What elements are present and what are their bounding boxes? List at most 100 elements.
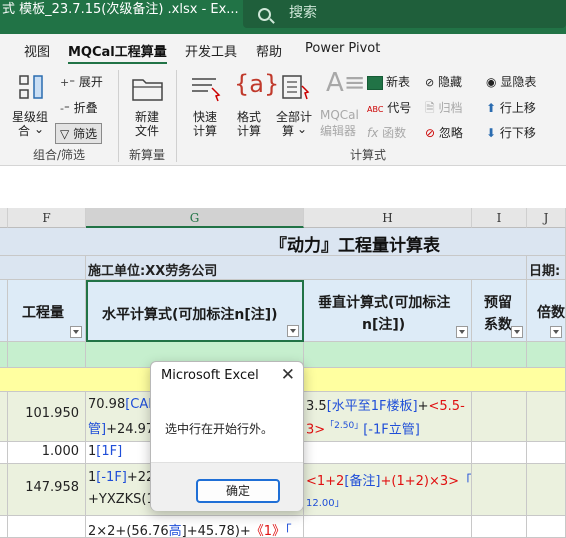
all-calc-icon [282, 75, 310, 100]
header-multiple[interactable]: 倍数 [527, 280, 566, 342]
dialog-message: 选中行在开始行外。 [165, 422, 274, 436]
filter-dropdown-icon[interactable] [70, 326, 82, 338]
reserve-cell[interactable] [472, 392, 527, 442]
header-qty[interactable]: 工程量 [8, 280, 86, 342]
formula-line: 3>「2.50」[-1F立管] [306, 421, 420, 438]
new-file-label2: 文件 [135, 124, 160, 138]
band-cell[interactable] [304, 342, 472, 368]
row-up-button[interactable]: ⬆ 行上移 [486, 99, 536, 116]
filter-dropdown-icon[interactable] [456, 326, 468, 338]
qty-cell[interactable]: 1.000 [8, 442, 86, 464]
vertical-formula-cell[interactable]: 3.5[水平至1F楼板]+<5.5- 3>「2.50」[-1F立管] [304, 392, 472, 442]
eye-hide-icon: ⊘ [425, 76, 435, 89]
table-row-cell[interactable] [0, 464, 8, 516]
formula-line: 12.00」 [306, 498, 345, 509]
expand-icon: +⁼ [60, 76, 76, 89]
hide-button[interactable]: ⊘ 隐藏 [425, 73, 462, 90]
new-table-button[interactable]: 新表 [367, 73, 410, 90]
ignore-button[interactable]: ⊘ 忽略 [425, 124, 463, 141]
tab-view[interactable]: 视图 [24, 41, 50, 60]
column-header-i[interactable]: I [472, 208, 527, 228]
table-row-cell[interactable] [0, 392, 8, 442]
qty-value: 101.950 [25, 406, 79, 421]
collapse-button[interactable]: -⁼ 折叠 [60, 99, 98, 116]
multiple-cell[interactable] [527, 392, 566, 442]
formula-line: 70.98[CAD [88, 397, 159, 412]
multiple-cell[interactable] [527, 442, 566, 464]
separator [176, 70, 177, 162]
dialog-title: Microsoft Excel [161, 368, 259, 383]
header-horizontal[interactable]: 水平计算式(可加标注n[注]) [86, 280, 304, 342]
code-button[interactable]: ABC 代号 [367, 99, 411, 116]
reserve-cell[interactable] [472, 442, 527, 464]
header-qty-text: 工程量 [22, 305, 64, 321]
qty-cell[interactable]: 147.958 [8, 464, 86, 516]
row-down-button[interactable]: ⬇ 行下移 [486, 124, 536, 141]
band-cell[interactable] [472, 342, 527, 368]
tab-power-pivot[interactable]: Power Pivot [305, 41, 380, 56]
group-label-new: 新算量 [129, 148, 166, 162]
ok-button[interactable]: 确定 [196, 479, 280, 503]
table-row-cell[interactable] [0, 442, 8, 464]
show-table-button[interactable]: ◉ 显隐表 [486, 73, 536, 90]
header-vertical[interactable]: 垂直计算式(可加标注 n[注]) [304, 280, 472, 342]
all-calc-label2: 算 [282, 124, 295, 138]
group-label-calc: 计算式 [350, 148, 387, 162]
header-cell-e[interactable] [0, 280, 8, 342]
dialog-footer: 确定 [151, 462, 303, 511]
tab-mqcal[interactable]: MQCal工程算量 [68, 41, 167, 65]
column-header-g[interactable]: G [86, 208, 304, 228]
tab-help[interactable]: 帮助 [256, 41, 282, 60]
chevron-down-icon: ⌄ [297, 122, 308, 136]
eye-icon: ◉ [486, 75, 497, 89]
filter-dropdown-icon[interactable] [511, 326, 523, 338]
format-calc-label2: 计算 [237, 124, 262, 138]
horizontal-formula-cell[interactable]: 2×2+(56.76高]+45.78)+《1》「 [86, 516, 304, 538]
vertical-formula-cell[interactable]: <1+2[备注]+(1+2)×3>「 12.00」 [304, 464, 472, 516]
table-row-cell[interactable] [0, 516, 8, 538]
sheet-title-row[interactable]: 『动力』工程量计算表 [0, 228, 566, 256]
vertical-formula-cell[interactable] [304, 516, 472, 538]
company-label: 施工单位:XX劳务公司 [88, 264, 218, 279]
search-box[interactable]: 搜索 [243, 0, 566, 28]
company-cell[interactable]: 施工单位:XX劳务公司 [86, 256, 527, 280]
multiple-cell[interactable] [527, 464, 566, 516]
reserve-cell[interactable] [472, 464, 527, 516]
filter-dropdown-icon[interactable] [287, 325, 299, 337]
header-reserve[interactable]: 预留 系数 [472, 280, 527, 342]
band-cell[interactable] [0, 342, 8, 368]
expand-button[interactable]: +⁼ 展开 [60, 73, 103, 90]
function-button[interactable]: fx 函数 [367, 124, 406, 141]
tab-developer[interactable]: 开发工具 [185, 41, 237, 60]
band-cell[interactable] [527, 342, 566, 368]
formula-line: +YXZKS(1, [88, 492, 159, 507]
header-multiple-text: 倍数 [537, 305, 565, 321]
filter-button[interactable]: ▽ 筛选 [55, 123, 103, 144]
date-cell[interactable]: 日期: [527, 256, 566, 280]
cell-company-blank[interactable] [0, 256, 86, 280]
multiple-cell[interactable] [527, 516, 566, 538]
separator [118, 70, 119, 162]
arrow-up-icon: ⬆ [486, 101, 497, 115]
reserve-cell[interactable] [472, 516, 527, 538]
date-label: 日期: [529, 264, 561, 279]
editor-button[interactable]: MQCal [320, 108, 359, 122]
editor-label2: 编辑器 [320, 124, 357, 138]
collapse-icon: -⁼ [60, 102, 70, 115]
qty-cell[interactable]: 101.950 [8, 392, 86, 442]
column-header-j[interactable]: J [527, 208, 566, 228]
formula-line: 3.5[水平至1F楼板]+<5.5- [306, 399, 465, 414]
qty-cell[interactable] [8, 516, 86, 538]
vertical-formula-cell[interactable] [304, 442, 472, 464]
formula-line: 2×2+(56.76高]+45.78)+《1》「 [88, 524, 292, 538]
filter-dropdown-icon[interactable] [550, 326, 562, 338]
search-icon [258, 8, 271, 21]
column-header-f[interactable]: F [8, 208, 86, 228]
band-cell[interactable] [8, 342, 86, 368]
archive-button[interactable]: 🗎 归档 [425, 99, 463, 120]
column-header-h[interactable]: H [304, 208, 472, 228]
close-icon[interactable]: ✕ [281, 365, 295, 385]
qty-value: 1.000 [41, 444, 79, 459]
column-header-e[interactable] [0, 208, 8, 228]
quick-calc-icon [192, 78, 221, 102]
